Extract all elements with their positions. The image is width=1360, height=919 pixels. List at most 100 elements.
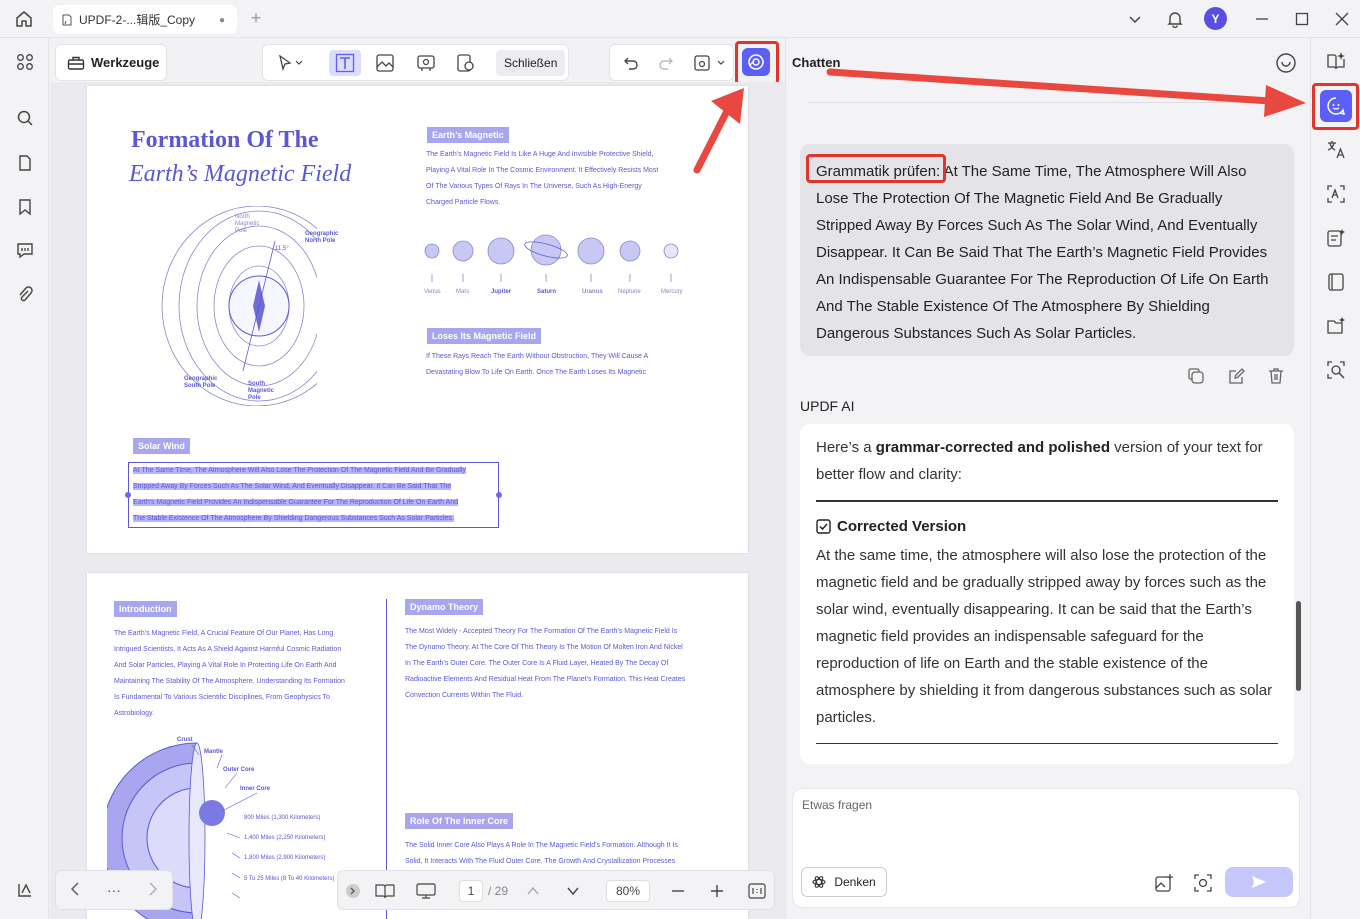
actual-size-icon[interactable] <box>746 880 768 902</box>
earths-magnetic-label: Earth’s Magnetic <box>427 127 509 143</box>
selection-handle-left[interactable] <box>125 492 131 498</box>
dynamo-theory-text: The Most Widely - Accepted Theory For Th… <box>405 628 686 699</box>
tab-dot-icon[interactable]: ● <box>219 15 229 26</box>
document-tab[interactable]: UPDF-2-...辑版_Copy ● <box>53 5 237 34</box>
layers-icon[interactable] <box>13 878 37 902</box>
bell-icon[interactable] <box>1163 7 1187 31</box>
search-icon[interactable] <box>13 106 37 130</box>
edit-icon[interactable] <box>1226 365 1248 387</box>
attachment-icon[interactable] <box>13 283 37 307</box>
chat-input-placeholder[interactable]: Etwas fragen <box>802 798 872 812</box>
chevron-right-icon[interactable] <box>148 882 158 899</box>
chat-input-box[interactable]: Etwas fragen Denken <box>792 788 1300 908</box>
grammar-prefix-highlight <box>806 154 946 183</box>
collapse-icon[interactable] <box>344 880 362 902</box>
depth-label-1: 800 Miles (1,300 Kilometers) <box>244 815 321 821</box>
document-tab-icon <box>62 14 72 25</box>
chevron-up-icon[interactable] <box>522 880 544 902</box>
depth-label-2: 1,400 Miles (2,250 Kilometers) <box>244 835 326 841</box>
introduction-label: Introduction <box>114 601 177 617</box>
introduction-text: The Earth’s Magnetic Field, A Crucial Fe… <box>114 630 345 717</box>
planet-label-saturn: Saturn <box>537 289 557 295</box>
ai-name-label: UPDF AI <box>800 398 855 414</box>
planet-label-mars: Mars <box>456 289 470 295</box>
more-button[interactable]: ··· <box>107 882 121 898</box>
form-ai-icon[interactable] <box>1324 226 1348 250</box>
chevron-down-icon[interactable] <box>1123 7 1147 31</box>
close-window-icon[interactable] <box>1330 7 1354 31</box>
search-ai-icon[interactable] <box>1324 358 1348 382</box>
translate-icon[interactable] <box>1324 138 1348 162</box>
zoom-in-icon[interactable] <box>706 880 728 902</box>
tools-label: Werkzeuge <box>91 55 160 70</box>
chevron-down-page-icon[interactable] <box>562 880 584 902</box>
solar-wind-label: Solar Wind <box>133 438 190 454</box>
planet-label-neptune: Neptune <box>618 289 641 295</box>
zoom-out-icon[interactable] <box>667 880 689 902</box>
add-image-icon[interactable] <box>1152 871 1176 895</box>
text-tool-button[interactable] <box>329 50 361 76</box>
select-tool-button[interactable] <box>268 50 312 76</box>
history-toolbar <box>609 44 734 81</box>
image-tool-button[interactable] <box>369 50 401 76</box>
ai-response-card: Here’s a grammar-corrected and polished … <box>800 424 1294 764</box>
planet-label-venus: Venus <box>424 289 441 295</box>
checkbox-icon <box>816 519 831 534</box>
user-message-text: At The Same Time, The Atmosphere Will Al… <box>816 163 1269 342</box>
geographic-south-pole-label: Geographic South Pole <box>184 376 218 389</box>
presentation-icon[interactable] <box>413 880 439 902</box>
copy-icon[interactable] <box>1185 365 1207 387</box>
ocr-icon[interactable] <box>1324 182 1348 206</box>
chat-scrollbar[interactable] <box>1296 601 1301 691</box>
planet-label-jupiter: Jupiter <box>491 289 512 295</box>
angle-label: 11.5° <box>275 246 289 252</box>
depth-label-4: 5 To 25 Miles (8 To 40 Kilometers) <box>244 876 335 882</box>
maximize-icon[interactable] <box>1290 7 1314 31</box>
layer-label-inner-core: Inner Core <box>240 786 271 792</box>
reading-mode-icon[interactable] <box>372 880 398 902</box>
zoom-level[interactable]: 80% <box>606 880 650 902</box>
title-bar: UPDF-2-...辑版_Copy ● + Y <box>0 0 1360 38</box>
undo-icon[interactable] <box>615 50 647 76</box>
document-viewer[interactable]: Formation Of The Earth’s Magnetic Field … <box>50 82 785 919</box>
inner-core-text: The Solid Inner Core Also Plays A Role I… <box>405 842 678 865</box>
toolbox-icon <box>67 56 85 70</box>
close-edit-button[interactable]: Schließen <box>496 50 566 76</box>
bookmark-icon[interactable] <box>13 195 37 219</box>
ai-assistant-highlight <box>1312 83 1359 130</box>
ai-divider-top <box>816 500 1278 502</box>
ai-reader-icon[interactable] <box>1324 49 1348 73</box>
watermark-tool-button[interactable] <box>449 50 481 76</box>
save-icon[interactable] <box>690 50 730 76</box>
layer-label-outer-core: Outer Core <box>223 767 255 773</box>
pages-icon[interactable] <box>13 151 37 175</box>
new-tab-icon[interactable]: + <box>246 9 266 29</box>
minimize-icon[interactable] <box>1250 7 1274 31</box>
tab-title: UPDF-2-...辑版_Copy <box>79 13 196 27</box>
history-icon[interactable] <box>1275 52 1297 74</box>
send-icon <box>1252 876 1266 888</box>
thumbnails-icon[interactable] <box>13 50 37 74</box>
tools-button[interactable]: Werkzeuge <box>55 44 167 81</box>
page-number-input[interactable]: 1 <box>459 880 483 902</box>
corrected-text: At the same time, the atmosphere will al… <box>816 546 1273 726</box>
chevron-left-icon[interactable] <box>70 882 80 899</box>
ai-button-highlight <box>735 41 779 85</box>
redo-icon[interactable] <box>650 50 682 76</box>
book-icon[interactable] <box>1324 270 1348 294</box>
comment-icon[interactable] <box>13 238 37 262</box>
delete-icon[interactable] <box>1265 365 1287 387</box>
screenshot-icon[interactable] <box>1191 871 1215 895</box>
send-button[interactable] <box>1225 867 1293 897</box>
avatar[interactable]: Y <box>1204 7 1227 30</box>
south-magnetic-pole-label: South Magnetic Pole <box>248 381 275 401</box>
home-icon[interactable] <box>12 8 36 30</box>
think-button[interactable]: Denken <box>801 867 887 897</box>
link-tool-button[interactable] <box>410 50 442 76</box>
pdf-page-1: Formation Of The Earth’s Magnetic Field … <box>87 86 748 553</box>
solar-wind-text[interactable]: At The Same Time, The Atmosphere Will Al… <box>133 463 499 527</box>
atom-icon <box>812 876 826 888</box>
doc-title-line2: Earth’s Magnetic Field <box>129 161 352 187</box>
folder-ai-icon[interactable] <box>1324 314 1348 338</box>
layer-label-mantle: Mantle <box>204 749 224 755</box>
